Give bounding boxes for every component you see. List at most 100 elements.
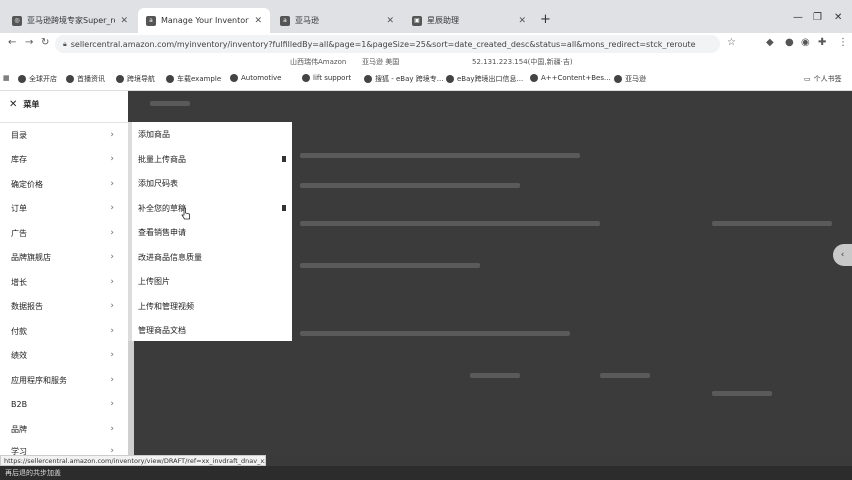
menu-item-b2b[interactable]: B2B › [0, 394, 128, 414]
tab-title: 亚马逊 [295, 16, 319, 25]
browser-toolbar: ← → ↻ 🔒︎ sellercentral.amazon.com/myinve… [0, 33, 852, 55]
tab-manage-inventory[interactable]: a Manage Your Inventory ✕ [138, 8, 270, 33]
overlay-text [300, 263, 480, 268]
puzzle-icon[interactable]: ✚ [818, 37, 826, 48]
bookmark-item[interactable]: A++Content+Bes... [530, 74, 611, 82]
globe-icon [614, 75, 622, 83]
address-bar[interactable]: 🔒︎ sellercentral.amazon.com/myinventory/… [55, 35, 720, 53]
maximize-icon[interactable]: ❐ [813, 12, 822, 23]
close-tab-icon[interactable]: ✕ [518, 16, 526, 26]
globe-icon: ◎ [12, 15, 22, 26]
chevron-right-icon: › [110, 399, 114, 409]
menu-item-performance[interactable]: 绩效 › [0, 345, 128, 365]
menu-item-reports[interactable]: 数据报告 › [0, 296, 128, 316]
navigation-menu: ✕ 菜单 目录 › 库存 › 确定价格 › 订单 › 广告 › 品牌旗舰店 › 增长 › 数据… [0, 91, 128, 456]
star-icon[interactable]: ☆ [727, 37, 736, 48]
chevron-right-icon: › [110, 252, 114, 262]
forward-icon[interactable]: → [25, 37, 33, 48]
bookmark-item[interactable]: eBay跨境出口信息... [446, 74, 523, 84]
bookmark-folder[interactable]: ▭ 个人书签 [804, 74, 842, 84]
hand-cursor-icon [181, 207, 190, 220]
overlay-text [150, 101, 190, 106]
submenu-item-manage-videos[interactable]: 上传和管理视频 [138, 294, 290, 318]
minimize-icon[interactable]: — [793, 12, 803, 23]
tab-seller-expert[interactable]: ◎ 亚马逊跨境专家Super_rowe ✕ [4, 8, 136, 33]
menu-item-stores[interactable]: 品牌旗舰店 › [0, 247, 128, 267]
overlay-text [470, 373, 520, 378]
globe-icon [166, 75, 174, 83]
amazon-icon: a [280, 15, 290, 26]
chevron-right-icon: › [110, 277, 114, 287]
extension-icon[interactable]: ◆ [766, 37, 774, 48]
submenu-item-complete-drafts[interactable]: 补全您的草稿 [138, 196, 290, 220]
close-icon[interactable]: ✕ [9, 99, 17, 110]
menu-scrollbar[interactable] [128, 341, 134, 455]
bookmark-item[interactable]: 全球开店 [18, 74, 57, 84]
close-tab-icon[interactable]: ✕ [120, 16, 128, 26]
chevron-right-icon: › [110, 375, 114, 385]
url-text: sellercentral.amazon.com/myinventory/inv… [70, 39, 696, 49]
menu-item-pricing[interactable]: 确定价格 › [0, 174, 128, 194]
submenu-item-bulk-upload[interactable]: 批量上传商品 [138, 147, 290, 171]
menu-dots-icon[interactable]: ⋮ [838, 37, 848, 48]
tab-assistant[interactable]: ▣ 星辰助理 ✕ [404, 8, 534, 33]
menu-item-advertising[interactable]: 广告 › [0, 223, 128, 243]
globe-icon [446, 75, 454, 83]
chevron-right-icon: › [110, 301, 114, 311]
extension-icon[interactable]: ◉ [801, 37, 810, 48]
bookmark-item[interactable]: 车载example [166, 74, 221, 84]
side-panel-button[interactable]: ‹ [833, 244, 852, 266]
overlay-text [300, 331, 570, 336]
overlay-text [300, 221, 600, 226]
menu-item-apps[interactable]: 应用程序和服务 › [0, 370, 128, 390]
globe-icon [66, 75, 74, 83]
chevron-right-icon: › [110, 350, 114, 360]
chevron-right-icon: › [110, 179, 114, 189]
reload-icon[interactable]: ↻ [41, 37, 49, 48]
tab-title: 星辰助理 [427, 16, 459, 25]
menu-header: ✕ 菜单 [0, 91, 128, 117]
chevron-right-icon: › [110, 154, 114, 164]
menu-item-payments[interactable]: 付款 › [0, 321, 128, 341]
globe-icon [230, 74, 238, 82]
bookmark-item[interactable]: Automotive [230, 74, 282, 82]
tab-amazon[interactable]: a 亚马逊 ✕ [272, 8, 402, 33]
chevron-right-icon: › [110, 130, 114, 140]
menu-item-inventory[interactable]: 库存 › [0, 149, 128, 169]
menu-item-growth[interactable]: 增长 › [0, 272, 128, 292]
submenu-item-upload-images[interactable]: 上传图片 [138, 269, 290, 293]
bookmark-item[interactable]: 跨境导航 [116, 74, 155, 84]
bookmark-item[interactable]: 搜狐 - eBay 跨境专... [364, 74, 443, 84]
back-icon[interactable]: ← [8, 37, 16, 48]
globe-icon [18, 75, 26, 83]
close-tab-icon[interactable]: ✕ [386, 16, 394, 26]
overlay-text [300, 183, 520, 188]
submenu-item-view-selling-applications[interactable]: 查看销售申请 [138, 220, 290, 244]
new-tab-button[interactable]: + [540, 12, 551, 27]
apps-icon[interactable]: ▦ [3, 74, 10, 82]
bookmark-item[interactable]: 首播资讯 [66, 74, 105, 84]
submenu-item-size-chart[interactable]: 添加尺码表 [138, 171, 290, 195]
menu-item-brands[interactable]: 品牌 › [0, 419, 128, 439]
menu-title: 菜单 [23, 99, 40, 109]
folder-icon: ▭ [804, 75, 811, 83]
window-close-icon[interactable]: ✕ [834, 12, 842, 23]
submenu-item-improve-listing-quality[interactable]: 改进商品信息质量 [138, 245, 290, 269]
assistant-icon: ▣ [412, 15, 422, 26]
bookmark-pin-icon[interactable] [282, 205, 286, 211]
tab-title: Manage Your Inventory [161, 16, 250, 25]
bookmark-pin-icon[interactable] [282, 156, 286, 162]
close-tab-icon[interactable]: ✕ [254, 16, 262, 26]
bookmark-item[interactable]: 亚马逊 [614, 74, 646, 84]
menu-item-orders[interactable]: 订单 › [0, 198, 128, 218]
overlay-text [300, 153, 580, 158]
divider [0, 122, 128, 123]
submenu-item-add-products[interactable]: 添加商品 [138, 122, 290, 146]
overlay-text [712, 221, 832, 226]
tab-title: 亚马逊跨境专家Super_rowe [27, 16, 115, 25]
profile-icon[interactable]: ● [785, 37, 794, 48]
bookmark-item[interactable]: lift support [302, 74, 351, 82]
globe-icon [302, 74, 310, 82]
menu-item-catalog[interactable]: 目录 › [0, 125, 128, 145]
submenu-item-product-documents[interactable]: 管理商品文档 [138, 318, 290, 342]
